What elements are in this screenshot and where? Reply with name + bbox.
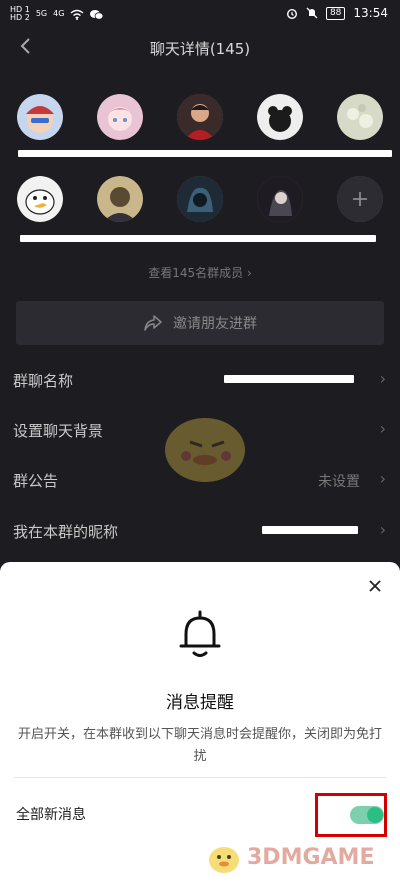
avatar — [17, 176, 63, 222]
member-avatar[interactable] — [16, 94, 64, 140]
mascot-watermark-image — [165, 418, 245, 482]
member-avatar[interactable] — [336, 94, 384, 140]
sheet-title: 消息提醒 — [166, 693, 234, 713]
watermark-text: 3DMGAME — [247, 844, 375, 870]
page-title: 聊天详情(145) — [149, 40, 251, 58]
divider — [14, 777, 386, 778]
member-avatar[interactable] — [16, 176, 64, 222]
toggle-knob — [367, 807, 383, 823]
mute-bell-icon — [306, 7, 318, 19]
site-watermark: 3DMGAME — [205, 838, 374, 876]
member-avatar[interactable] — [176, 94, 224, 140]
sim2-label: HD 2 — [10, 13, 30, 22]
setting-label: 群公告 — [13, 472, 59, 490]
view-all-members-label: 查看145名群成员 — [148, 266, 244, 280]
member-avatar[interactable] — [256, 94, 304, 140]
avatar — [257, 94, 303, 140]
avatar — [337, 94, 383, 140]
avatar — [97, 94, 143, 140]
redacted-value — [224, 375, 354, 383]
avatar — [177, 176, 223, 222]
setting-my-nickname[interactable]: 我在本群的昵称 › — [0, 511, 400, 551]
invite-friends-button[interactable]: 邀请朋友进群 — [16, 301, 384, 345]
battery-indicator: 88 — [325, 6, 346, 20]
all-new-messages-toggle[interactable] — [350, 806, 384, 824]
bell-icon — [179, 610, 221, 657]
setting-value: 未设置 — [318, 474, 360, 490]
clock: 13:54 — [353, 6, 388, 20]
setting-label: 设置聊天背景 — [13, 422, 104, 440]
watermark-mascot-icon — [209, 847, 239, 873]
chevron-right-icon: › — [379, 520, 386, 539]
chevron-right-icon: › — [246, 266, 252, 280]
chevron-right-icon: › — [379, 369, 386, 388]
avatar — [17, 94, 63, 140]
add-icon — [337, 176, 383, 222]
all-new-messages-label: 全部新消息 — [16, 807, 86, 823]
wifi-icon — [70, 9, 84, 20]
redacted-names-bar — [18, 150, 392, 157]
close-icon — [369, 580, 381, 592]
view-all-members-link[interactable]: 查看145名群成员 › — [0, 264, 400, 281]
member-avatar[interactable] — [176, 176, 224, 222]
nav-bar: 聊天详情(145) — [0, 30, 400, 66]
sheet-description: 开启开关，在本群收到以下聊天消息时会提醒你，关闭即为免打扰 — [18, 727, 383, 764]
avatar — [177, 94, 223, 140]
wechat-icon — [90, 9, 104, 20]
sim-labels: HD 1 HD 2 — [10, 6, 30, 22]
avatar — [97, 176, 143, 222]
member-avatar[interactable] — [96, 176, 144, 222]
alarm-icon — [286, 9, 297, 19]
member-row-1 — [0, 94, 400, 140]
redacted-names-bar — [20, 235, 376, 242]
member-row-2 — [0, 176, 400, 222]
avatar — [257, 176, 303, 222]
chevron-right-icon: › — [379, 419, 386, 438]
chevron-right-icon: › — [379, 469, 386, 488]
member-avatar[interactable] — [256, 176, 304, 222]
status-bar: HD 1 HD 2 5G 4G 88 13:54 — [0, 0, 400, 28]
network-4g-label: 4G — [53, 9, 65, 18]
close-button[interactable] — [366, 578, 384, 596]
member-avatar[interactable] — [96, 94, 144, 140]
redacted-value — [262, 526, 358, 534]
setting-label: 群聊名称 — [13, 372, 74, 390]
setting-label: 我在本群的昵称 — [13, 523, 119, 541]
invite-friends-label: 邀请朋友进群 — [173, 316, 257, 332]
add-member-button[interactable] — [336, 176, 384, 222]
share-arrow-icon — [144, 315, 162, 331]
setting-group-name[interactable]: 群聊名称 › — [0, 360, 400, 400]
network-5g-label: 5G — [35, 9, 48, 18]
